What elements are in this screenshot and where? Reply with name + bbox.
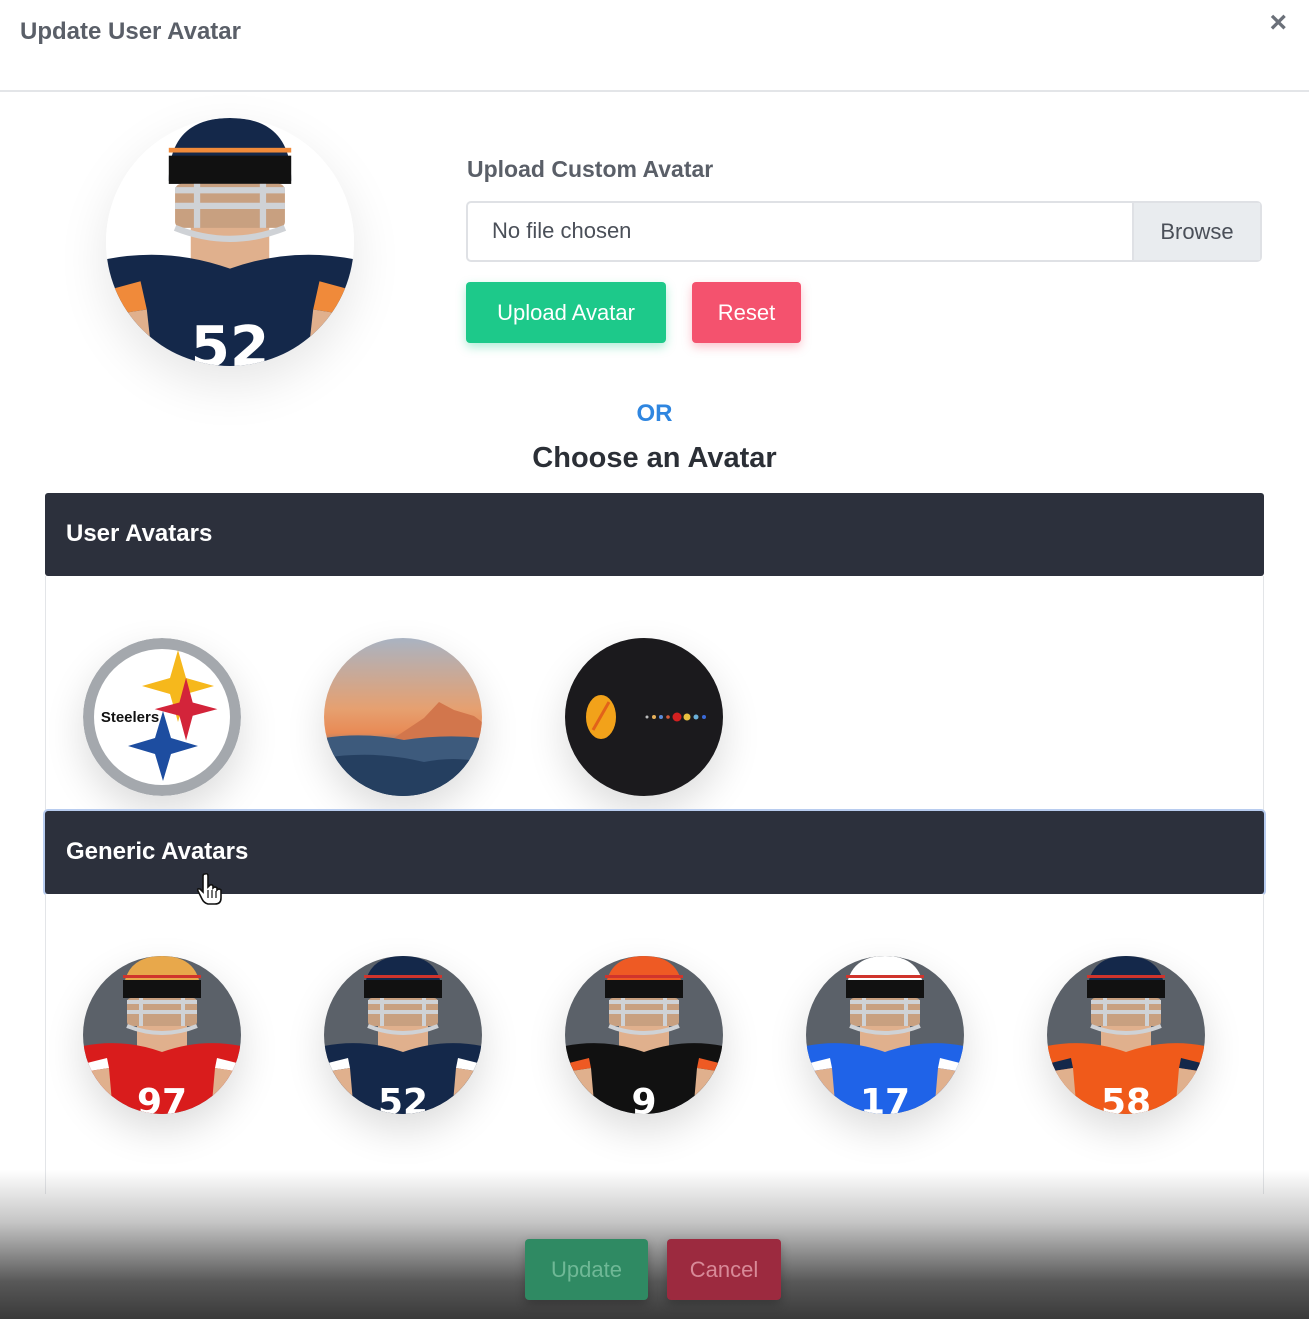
modal-title: Update User Avatar	[20, 18, 241, 45]
player-avatar-image: 52	[324, 956, 482, 1114]
current-avatar: 52	[106, 118, 354, 366]
upload-label: Upload Custom Avatar	[467, 156, 714, 182]
steelers-logo-icon: Steelers	[83, 638, 241, 796]
player-avatar-image: 52	[106, 118, 354, 366]
avatar-option-player[interactable]: 97	[83, 956, 241, 1114]
jersey-number: 17	[860, 1082, 910, 1114]
player-avatar-image: 58	[1047, 956, 1205, 1114]
generic-avatars-header[interactable]: Generic Avatars	[45, 811, 1264, 894]
user-avatars-header[interactable]: User Avatars	[45, 493, 1264, 576]
hand-cursor-icon	[196, 872, 222, 905]
file-input[interactable]: No file chosen Browse	[466, 201, 1262, 262]
svg-text:52: 52	[191, 315, 270, 366]
upload-avatar-button[interactable]: Upload Avatar	[466, 282, 666, 343]
avatar-option-player[interactable]: 58	[1047, 956, 1205, 1114]
or-divider: OR	[636, 400, 673, 427]
choose-avatar-title: Choose an Avatar	[532, 442, 777, 474]
modal-header: Update User Avatar ×	[0, 0, 1309, 92]
jersey-number: 58	[1101, 1082, 1151, 1114]
update-button[interactable]: Update	[525, 1239, 648, 1300]
jersey-number: 97	[137, 1082, 187, 1114]
file-status-text: No file chosen	[492, 218, 632, 243]
avatar-option-steelers[interactable]: Steelers	[83, 638, 241, 796]
user-avatars-panel: Steelers	[45, 576, 1264, 811]
player-avatar-image: 17	[806, 956, 964, 1114]
section-title: User Avatars	[66, 520, 213, 547]
avatar-option-solar-system[interactable]	[565, 638, 723, 796]
avatar-option-mountain[interactable]	[324, 638, 482, 796]
player-avatar-image: 97	[83, 956, 241, 1114]
cancel-button[interactable]: Cancel	[667, 1239, 781, 1300]
svg-text:Steelers: Steelers	[101, 709, 159, 726]
player-avatar-image: 9	[565, 956, 723, 1114]
avatar-option-player[interactable]: 17	[806, 956, 964, 1114]
mountain-image	[324, 638, 482, 796]
browse-button[interactable]: Browse	[1132, 203, 1260, 260]
reset-button[interactable]: Reset	[692, 282, 801, 343]
footer-overlay	[0, 1170, 1309, 1319]
close-icon[interactable]: ×	[1269, 8, 1287, 38]
solar-system-image	[565, 638, 723, 796]
generic-avatars-panel: 97 52 9 17 58	[45, 894, 1264, 1194]
jersey-number: 9	[631, 1082, 656, 1114]
avatar-option-player[interactable]: 9	[565, 956, 723, 1114]
section-title: Generic Avatars	[66, 838, 249, 865]
avatar-option-player[interactable]: 52	[324, 956, 482, 1114]
jersey-number: 52	[378, 1082, 428, 1114]
